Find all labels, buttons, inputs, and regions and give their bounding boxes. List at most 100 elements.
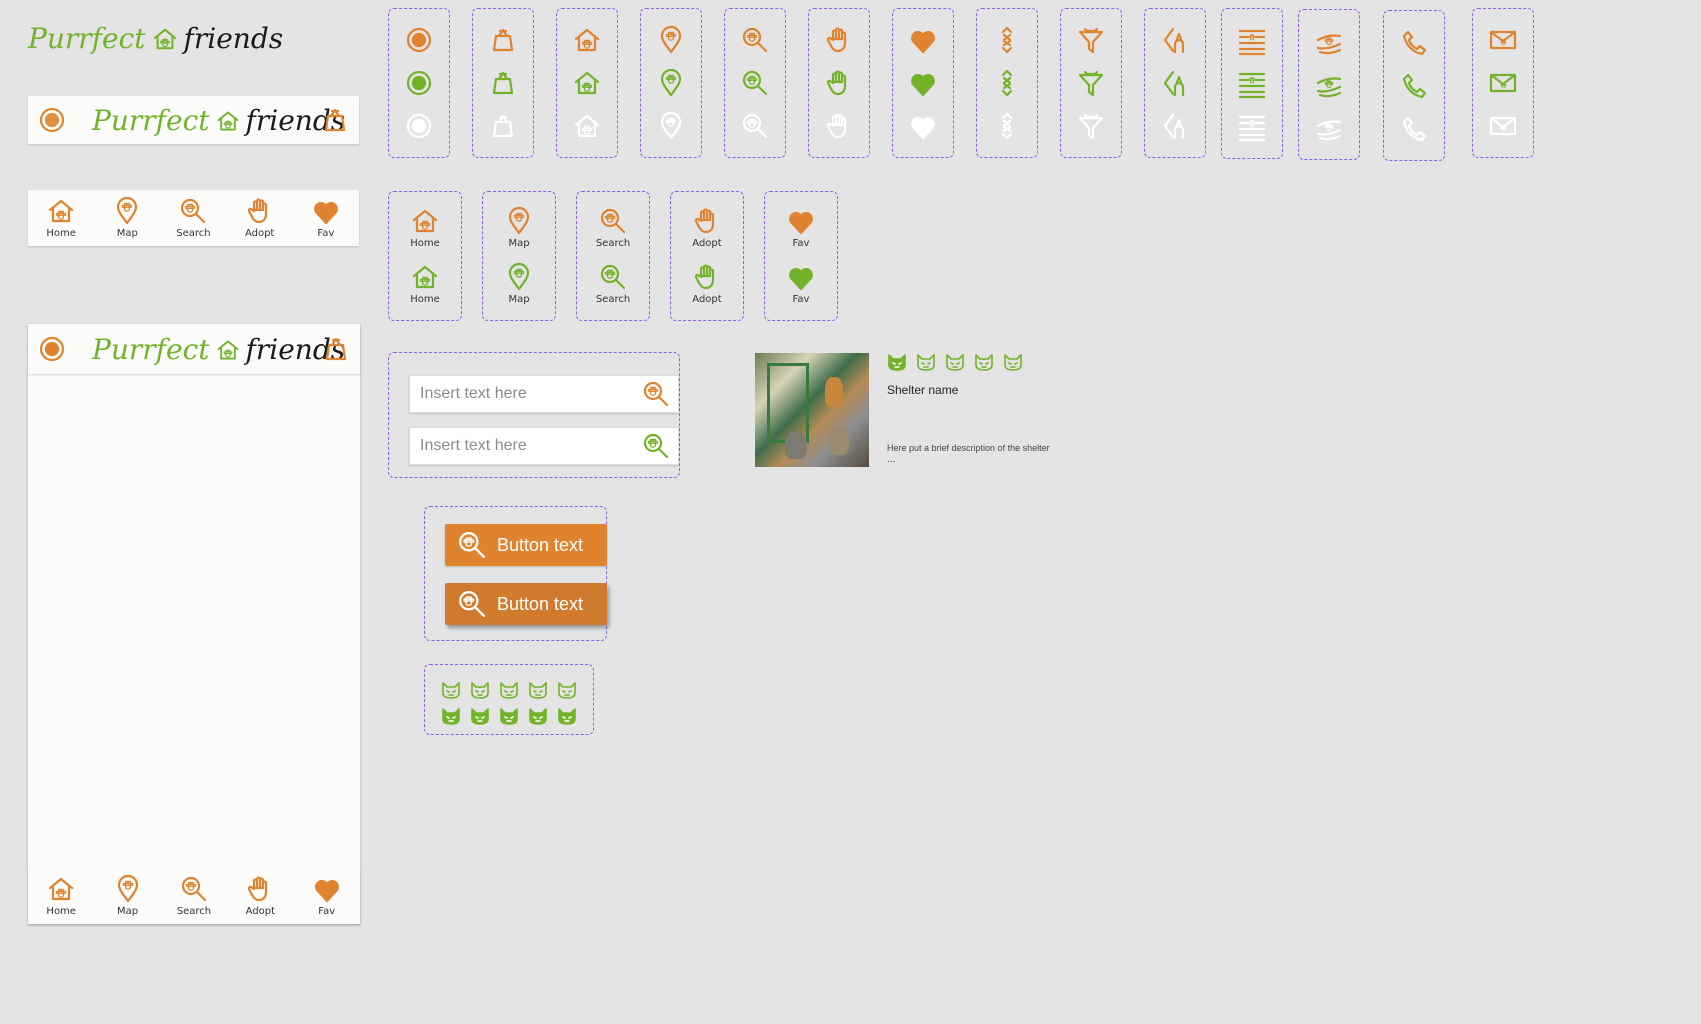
tile-label: Map (508, 294, 530, 305)
icon-set-share (1144, 8, 1206, 158)
heart-paws-icon (911, 74, 935, 97)
home-paw-icon (412, 265, 438, 289)
shelter-card[interactable]: Shelter name Here put a brief descriptio… (755, 353, 1085, 468)
list-icon (1238, 72, 1266, 98)
cat-empty-icon[interactable] (470, 681, 490, 699)
care-hands-icon (1316, 33, 1342, 54)
heart-paws-icon (314, 880, 339, 903)
input-placeholder: Insert text here (420, 437, 527, 454)
map-pin-paw-icon (660, 68, 682, 97)
cat-empty-icon[interactable] (557, 681, 577, 699)
tile-label: Map (508, 238, 530, 249)
cat-empty-icon[interactable] (441, 681, 461, 699)
account-circle-icon (406, 70, 432, 96)
icon-set-adopt (808, 8, 870, 158)
cat-empty-icon[interactable] (499, 681, 519, 699)
nav-tile-adopt-green[interactable]: Adopt (692, 263, 722, 305)
care-hands-icon (1316, 119, 1342, 140)
nav-item-adopt[interactable]: Adopt (230, 197, 290, 239)
cat-full-icon[interactable] (441, 707, 461, 725)
cat-empty-icon[interactable] (528, 681, 548, 699)
nav-item-home[interactable]: Home (31, 875, 91, 917)
cat-full-icon[interactable] (528, 707, 548, 725)
bag-icon (492, 71, 514, 95)
cat-empty-icon (946, 354, 964, 371)
nav-tile-map-green[interactable]: Map (505, 262, 533, 305)
search-paw-icon (459, 532, 485, 558)
search-button-pressed[interactable]: Button text (445, 583, 607, 625)
bag-icon[interactable] (321, 106, 349, 134)
sort-icon (1001, 69, 1013, 97)
home-paw-icon (49, 877, 74, 901)
nav-tile-home-green[interactable]: Home (410, 263, 440, 305)
cat-empty-icon (975, 354, 993, 371)
header-bar: Purrfect friends (28, 96, 359, 144)
nav-item-map[interactable]: Map (98, 874, 158, 917)
search-paw-icon (742, 28, 768, 53)
tile-label: Home (410, 238, 440, 249)
nav-tile-map-orange[interactable]: Map (505, 206, 533, 249)
shelter-photo (755, 353, 869, 467)
tile-label: Adopt (692, 238, 722, 249)
icon-set-mail (1472, 8, 1534, 158)
cat-full-icon (888, 354, 906, 371)
filter-icon (1078, 28, 1104, 54)
cat-silhouette (829, 425, 849, 455)
search-paw-icon (459, 591, 485, 617)
rating-components (424, 664, 594, 735)
nav-tile-search-orange[interactable]: Search (596, 207, 630, 249)
search-paw-icon[interactable] (642, 380, 670, 408)
nav-item-search[interactable]: Search (163, 197, 223, 239)
nav-tile-adopt-orange[interactable]: Adopt (692, 207, 722, 249)
sort-icon (1001, 112, 1013, 139)
mockup-header: Purrfect friends (28, 324, 360, 374)
input-components: Insert text here Insert text here (388, 352, 680, 478)
heart-paws-icon (313, 202, 338, 225)
mail-icon (1489, 116, 1517, 135)
nav-label: Fav (317, 228, 335, 239)
adopt-hand-icon (248, 876, 268, 902)
nav-label: Map (117, 906, 139, 917)
nav-item-adopt[interactable]: Adopt (230, 875, 290, 917)
tile-label: Search (595, 294, 631, 305)
nav-tile-fav-green[interactable]: Fav (787, 263, 815, 305)
map-pin-paw-icon (660, 111, 682, 139)
phone-icon (1402, 30, 1427, 55)
cat-silhouette (825, 377, 843, 407)
search-button[interactable]: Button text (445, 524, 607, 566)
cat-empty-icon (917, 354, 935, 371)
account-circle-icon[interactable] (38, 106, 66, 134)
search-paw-icon (600, 264, 626, 290)
search-input-orange[interactable]: Insert text here (409, 375, 679, 413)
search-paw-icon (600, 208, 626, 234)
home-paw-icon (412, 209, 438, 233)
nav-item-search[interactable]: Search (164, 875, 224, 917)
account-circle-icon[interactable] (38, 335, 66, 363)
shelter-photo-detail (767, 363, 809, 443)
cat-full-icon[interactable] (499, 707, 519, 725)
bag-icon[interactable] (322, 335, 350, 363)
nav-item-fav[interactable]: Fav (296, 197, 356, 239)
nav-item-fav[interactable]: Fav (297, 875, 357, 917)
nav-tile-search-green[interactable]: Search (596, 263, 630, 305)
home-paw-icon (48, 199, 74, 223)
icon-set-sort (976, 8, 1038, 158)
search-input-green[interactable]: Insert text here (409, 427, 679, 465)
search-paw-icon[interactable] (642, 432, 670, 460)
share-icon (1163, 70, 1185, 97)
cat-full-icon[interactable] (470, 707, 490, 725)
shelter-description: Here put a brief description of the shel… (887, 443, 1050, 453)
tile-label: Fav (792, 294, 810, 305)
rating-row-full (441, 707, 577, 725)
cat-full-icon[interactable] (557, 707, 577, 725)
mockup-bottom-nav: Home Map Search Adopt Fav (28, 868, 360, 924)
tile-label: Fav (792, 238, 810, 249)
bottom-nav: Home Map Search Adopt Fav (28, 190, 359, 246)
nav-tile-home-orange[interactable]: Home (410, 207, 440, 249)
nav-item-home[interactable]: Home (31, 197, 91, 239)
map-pin-paw-icon (508, 206, 530, 235)
nav-item-map[interactable]: Map (97, 196, 157, 239)
nav-tile-adopt: Adopt Adopt (670, 191, 744, 321)
header-logo: Purrfect friends (92, 104, 346, 137)
nav-tile-fav-orange[interactable]: Fav (787, 207, 815, 249)
